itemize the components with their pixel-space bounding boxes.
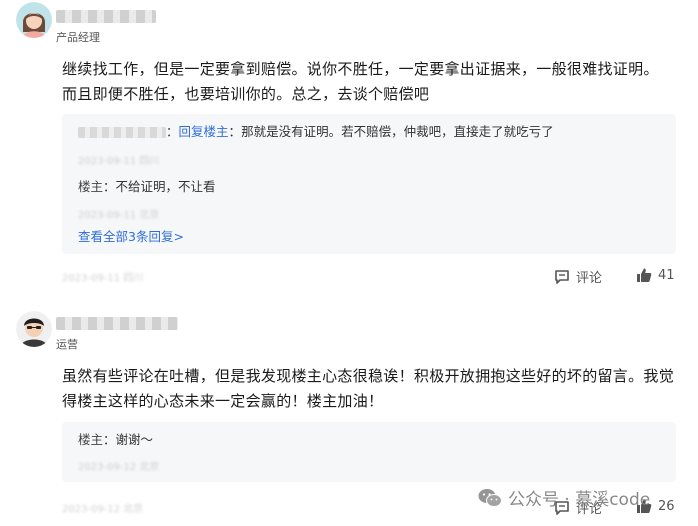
commenter-role: 产品经理 (56, 31, 100, 44)
avatar[interactable] (16, 2, 52, 38)
like-count: 41 (658, 267, 675, 283)
comment-button[interactable]: 评论 (554, 267, 602, 286)
watermark: 公众号 · 慕溪code (478, 485, 650, 510)
reply-meta: 2023-09-11 北京 (78, 210, 160, 221)
reply-meta: 2023-09-12 北京 (78, 462, 160, 473)
reply-line: ：回复楼主：那就是没有证明。若不赔偿，仲裁吧，直接走了就吃亏了 (78, 124, 554, 140)
reply-box: ：回复楼主：那就是没有证明。若不赔偿，仲裁吧，直接走了就吃亏了 2023-09-… (62, 114, 676, 254)
comment-meta: 2023-09-12 北京 (62, 504, 144, 515)
commenter-role: 运营 (56, 338, 78, 351)
comment-text: 虽然有些评论在吐槽，但是我发现楼主心态很稳诶！积极开放拥抱这些好的坏的留言。我觉… (62, 367, 675, 410)
avatar-girl-icon (16, 2, 52, 38)
reply-line: 楼主：谢谢～ (78, 432, 154, 447)
avatar[interactable] (16, 311, 52, 347)
reply-text: 谢谢～ (115, 432, 154, 447)
thumbs-up-icon (637, 268, 652, 282)
see-all-replies-link[interactable]: 查看全部3条回复> (78, 226, 184, 245)
like-button[interactable]: 41 (636, 267, 675, 283)
reply-text: 那就是没有证明。若不赔偿，仲裁吧，直接走了就吃亏了 (241, 124, 554, 139)
avatar-boy-icon (16, 311, 52, 347)
commenter-name-redacted (56, 317, 178, 330)
comment-text: 继续找工作，但是一定要拿到赔偿。说你不胜任，一定要拿出证据来，一般很难找证明。而… (62, 60, 659, 103)
wechat-icon (478, 488, 502, 507)
reply-line: 楼主：不给证明，不让看 (78, 179, 216, 194)
reply-to-link[interactable]: 回复 (179, 124, 204, 139)
reply-to-user[interactable]: 楼主 (204, 124, 229, 139)
reply-text: 不给证明，不让看 (115, 179, 216, 194)
comment-icon (555, 269, 569, 284)
commenter-name-redacted (56, 10, 156, 23)
like-count: 26 (658, 498, 675, 514)
reply-author[interactable]: 楼主 (78, 432, 103, 447)
reply-author[interactable]: 楼主 (78, 179, 103, 194)
reply-box: 楼主：谢谢～ 2023-09-12 北京 (62, 422, 676, 482)
reply-meta: 2023-09-11 四川 (78, 156, 160, 167)
watermark-text: 公众号 · 慕溪code (508, 490, 651, 510)
comment-label: 评论 (576, 271, 603, 286)
comment-meta: 2023-09-11 四川 (62, 273, 144, 284)
reply-author-redacted (78, 127, 166, 138)
